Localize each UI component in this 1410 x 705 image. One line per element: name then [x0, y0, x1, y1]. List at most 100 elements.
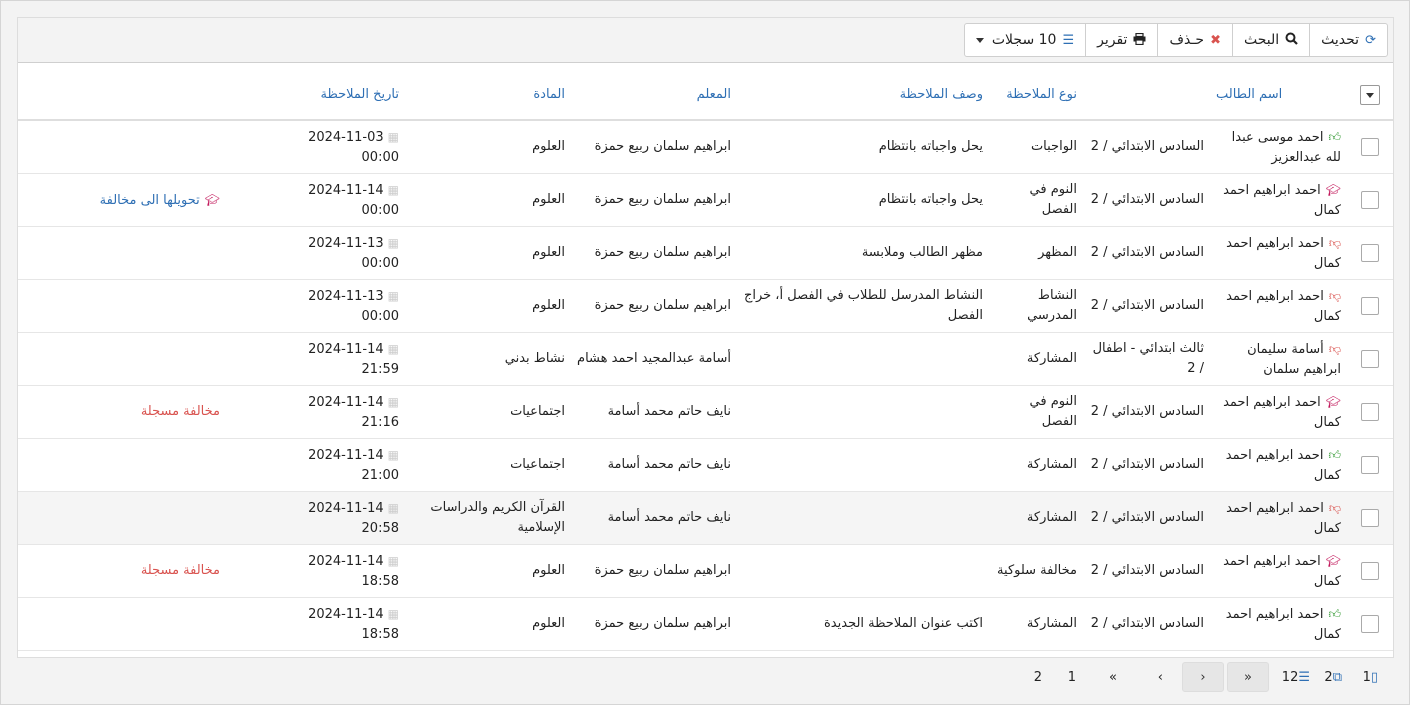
- thumbs-down-icon: 👎︎: [1328, 500, 1341, 515]
- teacher-cell: نايف حاتم محمد أسامة: [571, 385, 737, 439]
- table-row[interactable]: 👍︎احمد ابراهيم احمد كمال السادس الابتدائ…: [18, 597, 1393, 651]
- col-subject[interactable]: المادة: [405, 70, 571, 121]
- table-row[interactable]: 👍︎احمد موسى عبدا لله عبدالعزيز السادس ال…: [18, 120, 1393, 174]
- note-date-cell: ▦2024-11-14 21:59: [238, 332, 405, 386]
- row-select-cell: [1347, 544, 1393, 598]
- row-checkbox[interactable]: [1361, 614, 1379, 633]
- student-name[interactable]: أسامة سليمان ابراهيم سلمان: [1247, 342, 1341, 377]
- table-row[interactable]: 🎓︎احمد ابراهيم احمد كمال السادس الابتدائ…: [18, 544, 1393, 598]
- last-page-button[interactable]: »: [1109, 662, 1117, 692]
- row-checkbox[interactable]: [1361, 508, 1379, 527]
- first-page-button[interactable]: «: [1227, 662, 1269, 692]
- note-desc-cell: [737, 491, 989, 545]
- note-type-cell: النوم في الفصل: [989, 173, 1083, 227]
- refresh-button[interactable]: ⟳ تحديث: [1309, 24, 1387, 56]
- status-cell: [18, 332, 238, 386]
- next-page-button[interactable]: ›: [1158, 662, 1163, 692]
- col-note-desc[interactable]: وصف الملاحظة: [737, 70, 989, 121]
- pagination-bar: ▯ 1 ⧉ 2 ☰ 12 « ‹ › » 1 2: [17, 658, 1394, 698]
- table-row[interactable]: 👎︎احمد ابراهيم احمد كمال السادس الابتدائ…: [18, 279, 1393, 333]
- student-name[interactable]: احمد ابراهيم احمد كمال: [1226, 236, 1341, 271]
- graduation-cap-icon: 🎓︎: [1325, 394, 1341, 409]
- student-cell: 👎︎احمد ابراهيم احمد كمال: [1210, 279, 1347, 333]
- teacher-cell: ابراهيم سلمان ربيع حمزة: [571, 279, 737, 333]
- col-note-date[interactable]: تاريخ الملاحظة: [238, 70, 405, 121]
- student-name[interactable]: احمد ابراهيم احمد كمال: [1226, 289, 1341, 324]
- student-name[interactable]: احمد ابراهيم احمد كمال: [1226, 607, 1341, 642]
- select-all-header: [1347, 70, 1393, 121]
- calendar-icon: ▦: [387, 553, 399, 568]
- note-date-cell: ▦2024-11-14 18:58: [238, 544, 405, 598]
- report-button[interactable]: تقرير: [1085, 24, 1157, 56]
- row-checkbox[interactable]: [1361, 402, 1379, 421]
- note-time: 20:58: [361, 520, 399, 536]
- table-row[interactable]: 🎓︎احمد ابراهيم احمد كمال السادس الابتدائ…: [18, 385, 1393, 439]
- status-cell: مخالفة مسجلة: [18, 544, 238, 598]
- table-row[interactable]: 👎︎احمد ابراهيم احمد كمال السادس الابتدائ…: [18, 491, 1393, 545]
- delete-button[interactable]: ✖ حـذف: [1157, 24, 1232, 56]
- prev-page-button[interactable]: ‹: [1182, 662, 1224, 692]
- file-icon: ▯: [1370, 669, 1378, 685]
- select-menu-dropdown[interactable]: [1360, 84, 1380, 105]
- col-status: [18, 70, 238, 121]
- table-row[interactable]: 👎︎أسامة سليمان ابراهيم سلمان ثالث ابتدائ…: [18, 332, 1393, 386]
- student-name[interactable]: احمد ابراهيم احمد كمال: [1223, 554, 1341, 589]
- col-note-type[interactable]: نوع الملاحظة: [989, 70, 1083, 121]
- note-desc-cell: النشاط المدرسل للطلاب في الفصل أ، خراج ا…: [737, 279, 989, 333]
- graduation-cap-icon: 🎓︎: [1325, 182, 1341, 197]
- student-cell: 🎓︎احمد ابراهيم احمد كمال: [1210, 544, 1347, 598]
- row-select-cell: [1347, 279, 1393, 333]
- thumbs-up-icon: 👍︎: [1328, 129, 1341, 144]
- notes-table: اسم الطالب نوع الملاحظة وصف الملاحظة الم…: [18, 70, 1393, 651]
- records-per-page-dropdown[interactable]: ☰ 10 سجلات: [965, 24, 1085, 56]
- col-teacher[interactable]: المعلم: [571, 70, 737, 121]
- status-cell: [18, 279, 238, 333]
- graduation-cap-icon: 🎓︎: [1325, 553, 1341, 568]
- thumbs-up-icon: 👍︎: [1328, 447, 1341, 462]
- row-checkbox[interactable]: [1361, 243, 1379, 262]
- chevron-down-icon: [975, 37, 984, 43]
- table-row[interactable]: 👎︎احمد ابراهيم احمد كمال السادس الابتدائ…: [18, 226, 1393, 280]
- row-checkbox[interactable]: [1361, 190, 1379, 209]
- calendar-icon: ▦: [387, 288, 399, 303]
- row-checkbox[interactable]: [1361, 296, 1379, 315]
- student-name[interactable]: احمد ابراهيم احمد كمال: [1223, 183, 1341, 218]
- teacher-cell: ابراهيم سلمان ربيع حمزة: [571, 226, 737, 280]
- student-cell: 👍︎احمد موسى عبدا لله عبدالعزيز: [1210, 120, 1347, 174]
- total-pages: 2: [1324, 669, 1333, 685]
- note-time: 00:00: [361, 308, 399, 324]
- search-button[interactable]: البحث: [1231, 24, 1309, 56]
- col-student[interactable]: اسم الطالب: [1210, 70, 1347, 121]
- note-date: 2024-11-14: [308, 182, 384, 198]
- status-text: تحويلها الى مخالفة: [99, 192, 200, 208]
- refresh-icon: ⟳: [1365, 32, 1376, 48]
- calendar-icon: ▦: [387, 500, 399, 515]
- row-checkbox[interactable]: [1361, 455, 1379, 474]
- subject-cell: نشاط بدني: [405, 332, 571, 386]
- note-date-cell: ▦2024-11-14 20:58: [238, 491, 405, 545]
- page-link-2[interactable]: 2: [1034, 662, 1042, 692]
- teacher-cell: ابراهيم سلمان ربيع حمزة: [571, 120, 737, 174]
- note-date: 2024-11-14: [308, 341, 384, 357]
- row-checkbox[interactable]: [1361, 137, 1379, 156]
- convert-to-violation-link[interactable]: 🎓︎ تحويلها الى مخالفة: [100, 193, 220, 208]
- class-cell: السادس الابتدائي / 2: [1083, 226, 1210, 280]
- subject-cell: العلوم: [405, 226, 571, 280]
- row-checkbox[interactable]: [1361, 561, 1379, 580]
- student-name[interactable]: احمد ابراهيم احمد كمال: [1226, 448, 1341, 483]
- student-name[interactable]: احمد موسى عبدا لله عبدالعزيز: [1232, 130, 1341, 165]
- note-time: 00:00: [361, 255, 399, 271]
- student-name[interactable]: احمد ابراهيم احمد كمال: [1223, 395, 1341, 430]
- student-name[interactable]: احمد ابراهيم احمد كمال: [1226, 501, 1341, 536]
- class-cell: السادس الابتدائي / 2: [1083, 597, 1210, 651]
- table-row[interactable]: 👍︎احمد ابراهيم احمد كمال السادس الابتدائ…: [18, 438, 1393, 492]
- teacher-cell: نايف حاتم محمد أسامة: [571, 438, 737, 492]
- row-checkbox[interactable]: [1361, 349, 1379, 368]
- note-type-cell: المشاركة: [989, 332, 1083, 386]
- page-link-1[interactable]: 1: [1068, 662, 1076, 692]
- table-row[interactable]: 🎓︎احمد ابراهيم احمد كمال السادس الابتدائ…: [18, 173, 1393, 227]
- note-date: 2024-11-14: [308, 500, 384, 516]
- note-date-cell: ▦2024-11-13 00:00: [238, 226, 405, 280]
- print-icon: [1133, 32, 1146, 48]
- calendar-icon: ▦: [387, 606, 399, 621]
